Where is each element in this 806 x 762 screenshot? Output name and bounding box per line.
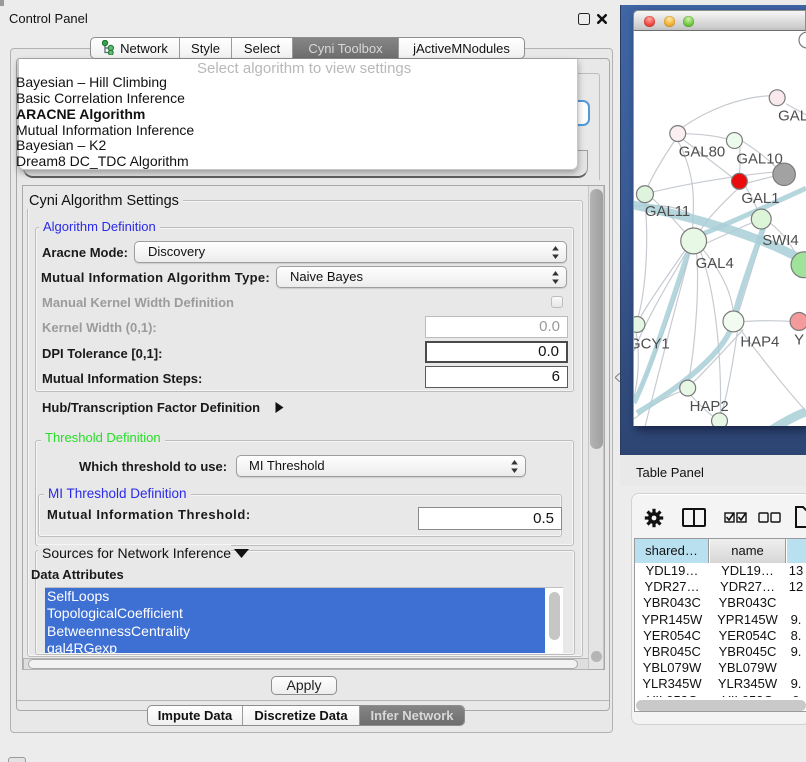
- svg-text:SWI4: SWI4: [762, 233, 798, 249]
- svg-text:GAL80: GAL80: [679, 144, 725, 160]
- svg-text:HAP4: HAP4: [740, 334, 779, 350]
- svg-text:HAP2: HAP2: [690, 399, 729, 415]
- svg-text:GAL4: GAL4: [696, 256, 734, 272]
- svg-text:GCY1: GCY1: [633, 336, 670, 352]
- svg-text:GAL11: GAL11: [645, 204, 690, 220]
- svg-text:GAL1: GAL1: [741, 191, 779, 207]
- svg-text:GAL10: GAL10: [736, 151, 782, 167]
- svg-text:GAL7: GAL7: [778, 109, 806, 125]
- svg-text:Y: Y: [794, 332, 804, 348]
